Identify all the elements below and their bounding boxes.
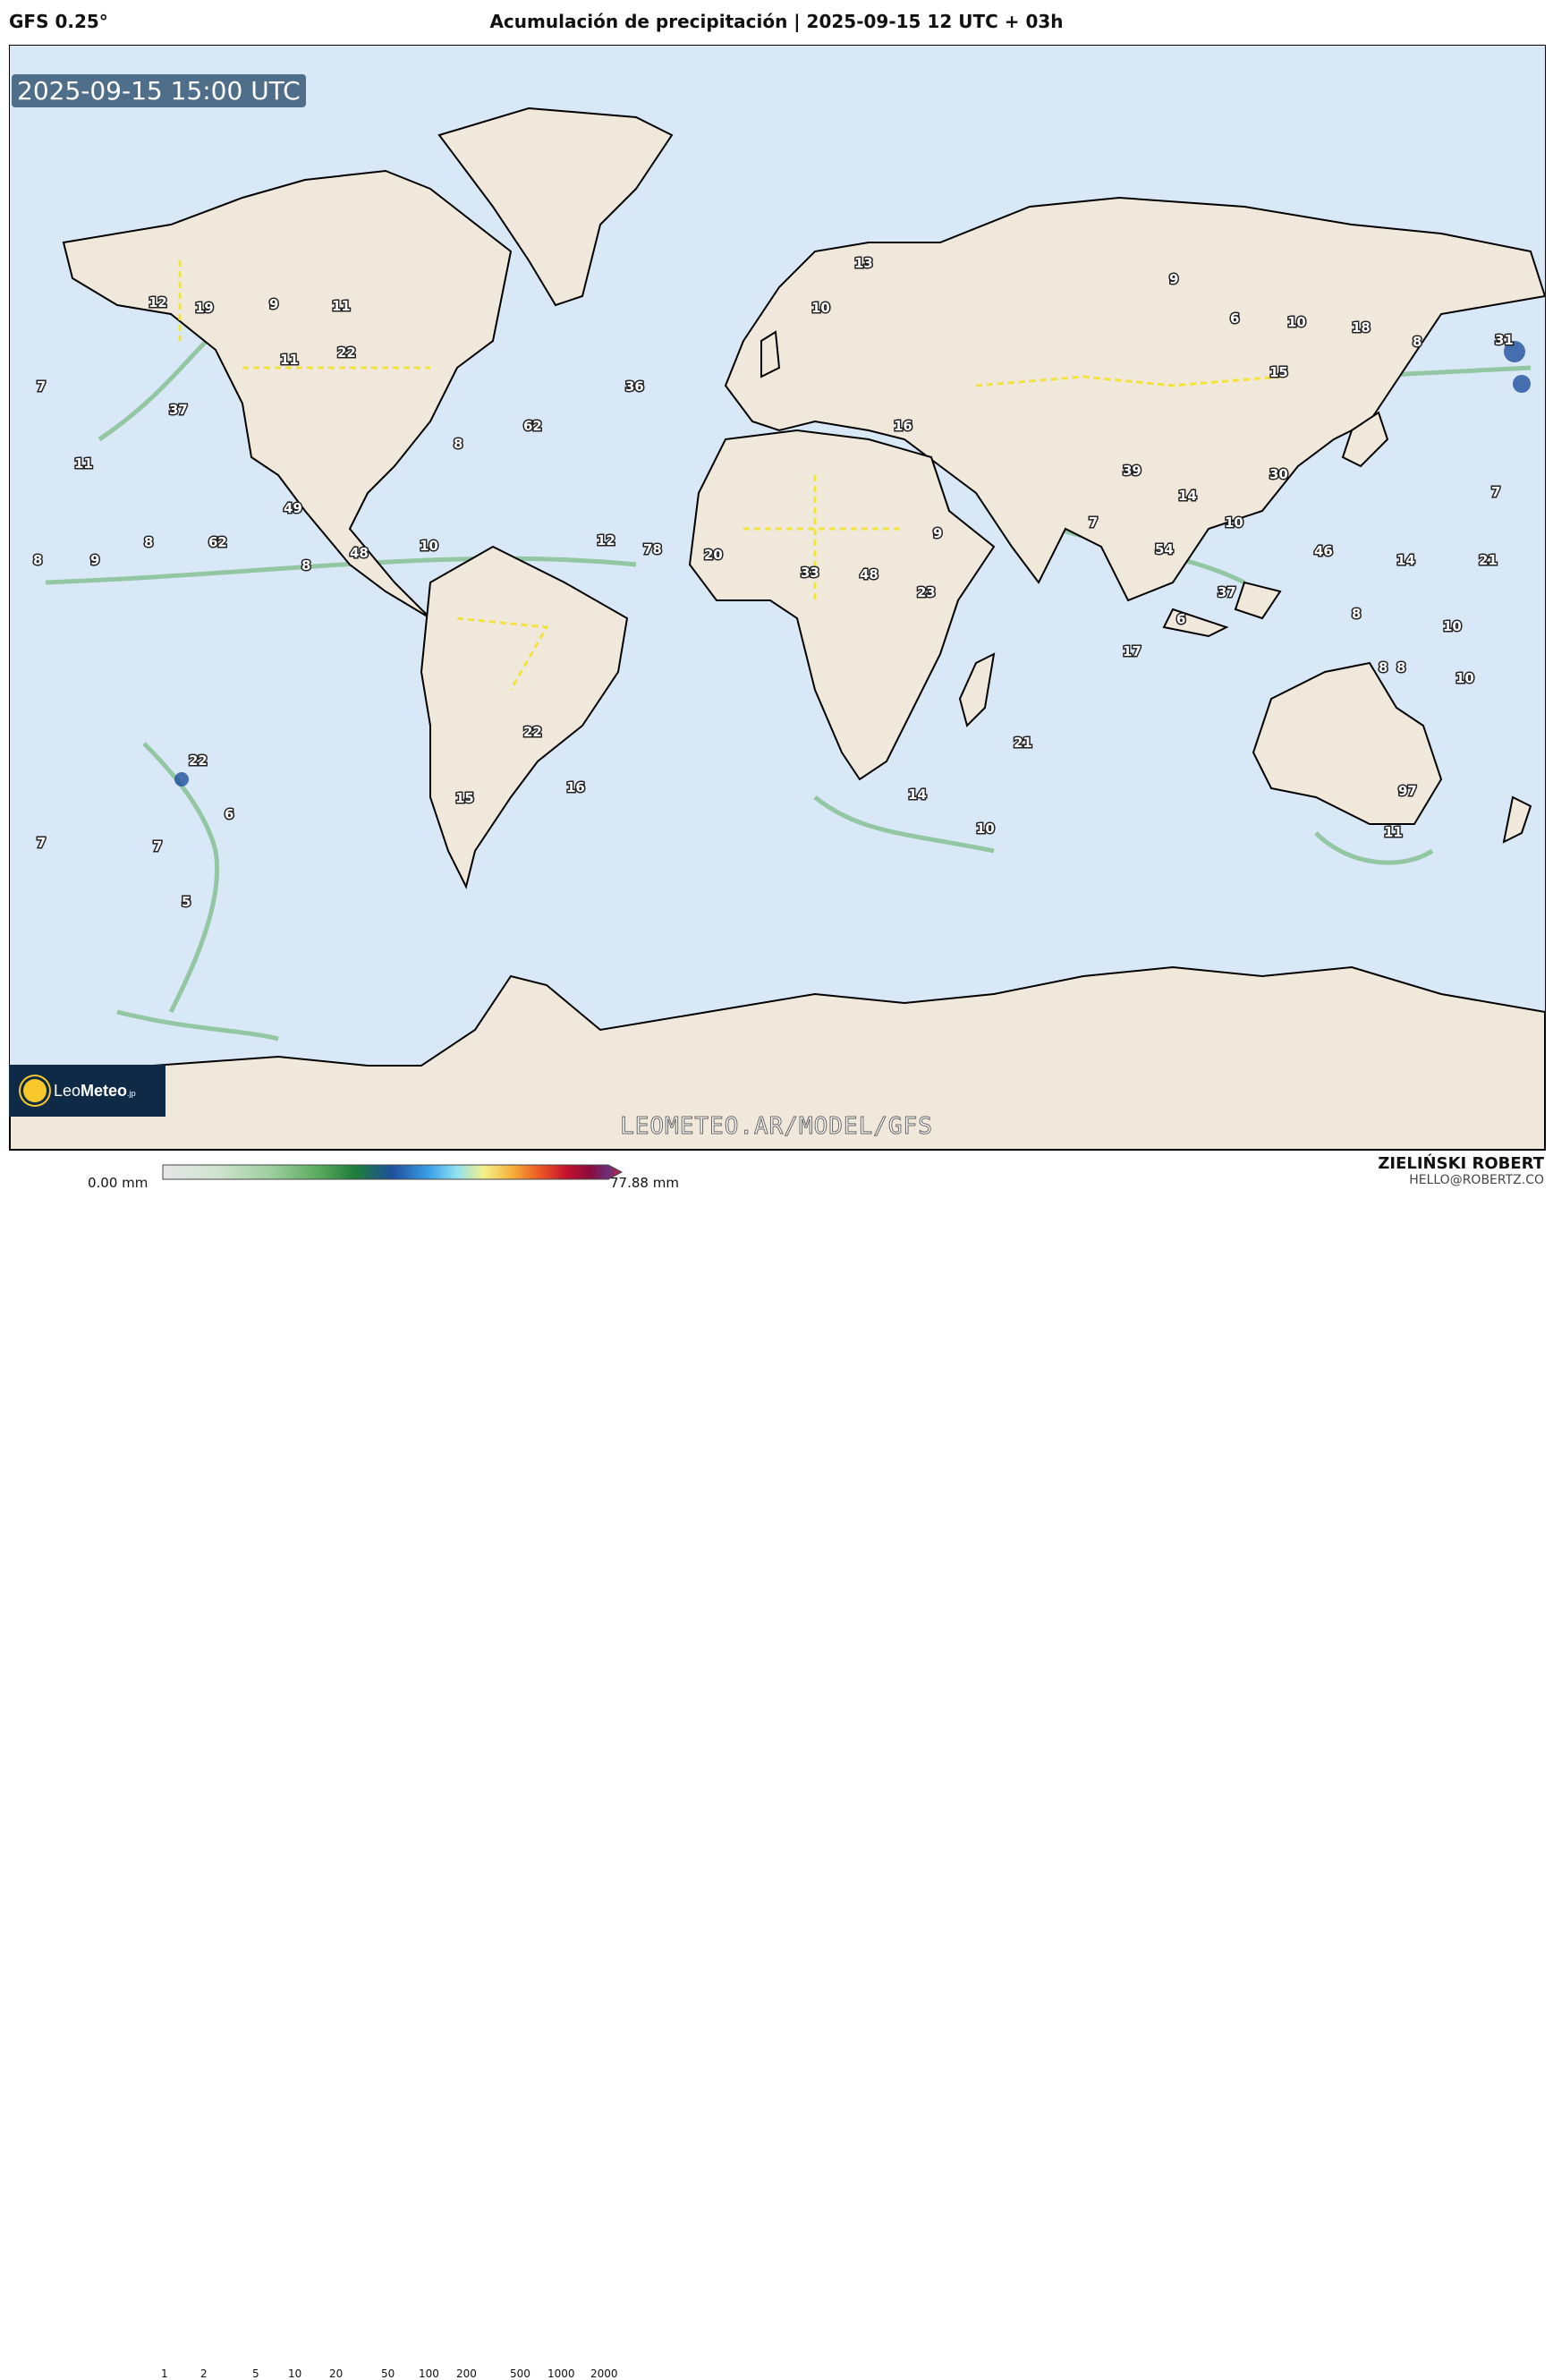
precip-value: 49	[284, 500, 302, 516]
precip-value: 97	[1398, 783, 1417, 799]
precip-value: 22	[523, 724, 542, 740]
precip-value: 11	[332, 298, 351, 314]
precip-value: 9	[90, 552, 99, 568]
author-block: ZIELIŃSKI ROBERT HELLO@ROBERTZ.CO	[1378, 1154, 1544, 1187]
precip-value: 30	[1269, 466, 1288, 482]
precip-value: 54	[1155, 541, 1174, 557]
author-email: HELLO@ROBERTZ.CO	[1409, 1173, 1544, 1187]
precip-value: 7	[37, 835, 46, 851]
precip-value: 8	[1413, 334, 1421, 350]
precip-value: 14	[908, 786, 927, 803]
watermark-url: LEOMETEO.AR/MODEL/GFS	[620, 1113, 933, 1141]
legend-tick: 10	[288, 2367, 302, 2380]
land-layer	[10, 106, 1545, 1150]
precip-value: 10	[420, 538, 438, 554]
precip-value: 6	[225, 806, 233, 822]
legend-tick: 5	[252, 2367, 259, 2380]
legend-tick: 1000	[547, 2367, 575, 2380]
precip-value: 19	[195, 300, 214, 316]
legend-tick: 20	[329, 2367, 344, 2380]
precip-value: 9	[269, 296, 278, 312]
legend-tick: 500	[510, 2367, 530, 2380]
precip-value: 11	[280, 352, 299, 368]
legend-min-label: 0.00 mm	[88, 1175, 149, 1191]
precip-value: 48	[860, 566, 878, 582]
precip-value: 8	[1379, 659, 1388, 676]
precip-value: 36	[625, 378, 644, 395]
legend-ticks: 1 2 5 10 20 50 100 200 500 1000 2000	[161, 1183, 626, 2380]
valid-time-badge: 2025-09-15 15:00 UTC	[12, 74, 306, 107]
precip-value: 7	[37, 378, 46, 395]
legend-tick: 200	[456, 2367, 477, 2380]
precip-value: 37	[169, 402, 188, 418]
precip-value: 14	[1396, 552, 1415, 568]
precip-value: 22	[189, 752, 208, 769]
precip-value: 15	[455, 790, 474, 806]
precip-value: 23	[917, 584, 936, 600]
precip-value: 8	[144, 534, 153, 550]
precip-value: 18	[1352, 319, 1371, 336]
precip-value: 62	[523, 418, 542, 434]
logo-text: LeoMeteo.jp	[54, 1081, 136, 1100]
map-canvas: 12 19 9 11 22 11 7 37 11 8 62 36 49 8 62…	[10, 106, 1545, 1150]
author-name: ZIELIŃSKI ROBERT	[1378, 1154, 1544, 1173]
precip-value: 10	[1455, 670, 1474, 686]
legend-tick: 1	[161, 2367, 168, 2380]
precip-value: 6	[1176, 611, 1185, 627]
leometeo-logo: LeoMeteo.jp	[9, 1065, 165, 1117]
precip-value: 7	[153, 838, 162, 854]
precip-value: 21	[1479, 552, 1498, 568]
precip-value: 22	[337, 344, 356, 361]
precip-value: 8	[301, 557, 310, 574]
precip-value: 37	[1218, 584, 1236, 600]
precip-value: 7	[1491, 484, 1500, 500]
precip-value: 33	[801, 565, 819, 581]
sun-icon	[23, 1079, 47, 1102]
precip-value: 12	[597, 532, 615, 548]
precip-value: 9	[933, 525, 942, 541]
precip-value: 5	[182, 894, 191, 910]
map-title: Acumulación de precipitación | 2025-09-1…	[489, 11, 1064, 32]
precip-value: 21	[1014, 735, 1032, 751]
precip-value: 7	[1089, 514, 1098, 531]
precip-value: 15	[1269, 364, 1288, 380]
legend-tick: 2	[200, 2367, 208, 2380]
world-map: 12 19 9 11 22 11 7 37 11 8 62 36 49 8 62…	[9, 45, 1546, 1151]
precip-value: 46	[1314, 543, 1333, 559]
precip-value: 8	[454, 436, 463, 452]
precip-value: 16	[894, 418, 912, 434]
legend-tick: 100	[419, 2367, 439, 2380]
precip-value: 20	[704, 547, 723, 563]
precip-value: 16	[566, 779, 585, 795]
legend-colorbar	[162, 1164, 624, 1180]
precip-value: 8	[1352, 606, 1361, 622]
precip-value: 10	[811, 300, 830, 316]
precip-value: 10	[976, 820, 995, 837]
precip-value: 12	[149, 294, 167, 310]
precip-value: 9	[1169, 271, 1178, 287]
precip-value: 39	[1123, 463, 1141, 479]
precip-value: 48	[350, 545, 369, 561]
precip-value: 8	[1396, 659, 1405, 676]
legend-tick: 50	[381, 2367, 395, 2380]
precip-value: 17	[1123, 643, 1141, 659]
precip-value: 10	[1287, 314, 1306, 330]
precip-value: 14	[1178, 488, 1197, 504]
precip-value: 11	[74, 455, 93, 472]
precip-value: 6	[1230, 310, 1239, 327]
precip-value: 10	[1443, 618, 1462, 634]
precip-value: 62	[208, 534, 227, 550]
precip-value: 10	[1225, 514, 1243, 531]
precip-value: 11	[1384, 824, 1403, 840]
precip-value: 13	[854, 255, 873, 271]
precip-value: 78	[643, 541, 662, 557]
legend-tick: 2000	[590, 2367, 618, 2380]
precip-value: 8	[33, 552, 42, 568]
precip-value: 31	[1495, 332, 1514, 348]
